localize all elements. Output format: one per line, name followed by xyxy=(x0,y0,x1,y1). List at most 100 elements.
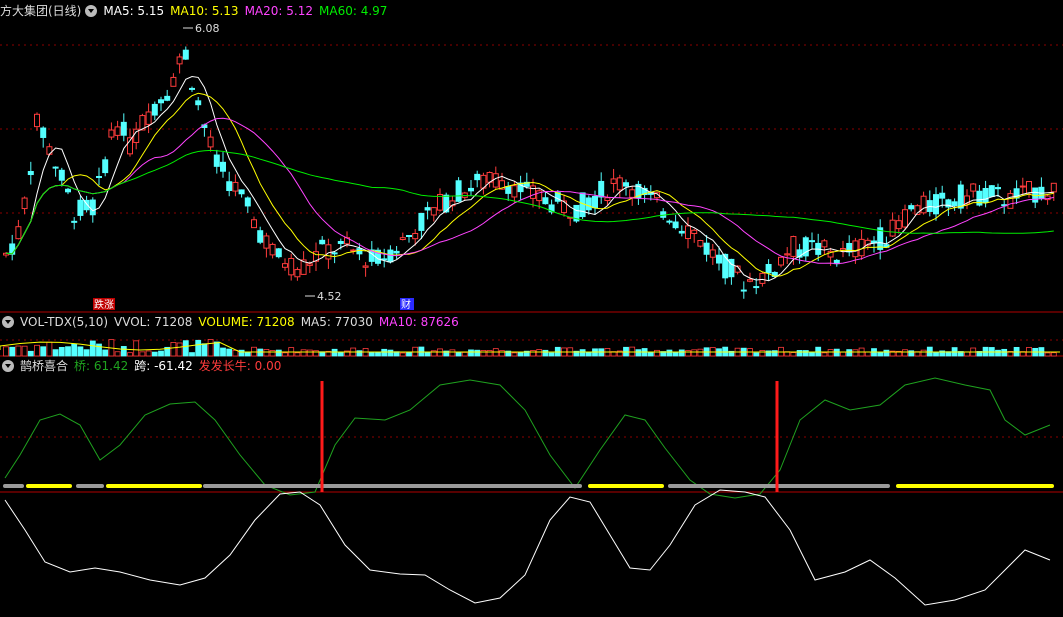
qiao-label: 桥: 61.42 xyxy=(74,359,129,373)
chart-canvas: 6.08 4.52 跌涨 财 xyxy=(0,22,1063,606)
volume-bar xyxy=(697,348,704,357)
candle-body xyxy=(455,180,462,202)
candle-body xyxy=(71,220,78,223)
candle-body xyxy=(685,225,691,240)
volume-bar xyxy=(158,350,164,357)
candle-body xyxy=(325,244,332,260)
volume-bar xyxy=(213,341,220,357)
candle-body xyxy=(189,87,195,90)
candle-body xyxy=(108,129,115,138)
candle-body xyxy=(790,236,797,257)
candle-body xyxy=(418,212,425,231)
volume-bar xyxy=(542,349,549,357)
candle-body xyxy=(542,197,549,205)
volume-bar xyxy=(182,340,189,357)
candle-body xyxy=(77,199,84,216)
volume-bar xyxy=(771,350,778,357)
volume-bar xyxy=(238,349,245,357)
candle-body xyxy=(821,240,828,248)
moving-average-lines xyxy=(5,75,1054,282)
candle-body xyxy=(34,113,40,128)
volume-bar xyxy=(585,352,592,357)
volume-bar xyxy=(83,349,90,357)
volume-header: VOL-TDX(5,10) VVOL: 71208 VOLUME: 71208 MA5… xyxy=(0,313,465,331)
volume-bar xyxy=(672,352,679,357)
candle-body xyxy=(691,229,698,234)
candle-body xyxy=(195,100,202,106)
volume-bar xyxy=(257,348,264,357)
volume-bar xyxy=(511,352,518,357)
volume-bar xyxy=(294,352,301,357)
candle-body xyxy=(716,254,722,264)
volume-bar xyxy=(71,343,78,357)
volume-bar xyxy=(52,349,59,357)
candle-body xyxy=(238,189,245,195)
volume-bars xyxy=(0,339,1060,357)
candle-body xyxy=(257,230,264,243)
dropdown-icon[interactable] xyxy=(85,5,98,17)
candle-body xyxy=(430,207,437,216)
candle-body xyxy=(629,189,636,198)
volume-bar xyxy=(34,344,40,357)
volume-bar xyxy=(455,351,462,357)
candle-body xyxy=(598,180,605,198)
volume-bar xyxy=(1050,352,1057,357)
volume-bar xyxy=(461,351,468,357)
volume-bar xyxy=(486,350,493,357)
ma60-line xyxy=(5,149,1054,255)
volume-bar xyxy=(647,352,654,357)
volume-bar xyxy=(635,349,642,357)
marker-label: 财 xyxy=(401,298,411,311)
candle-body xyxy=(356,248,363,255)
volume-bar xyxy=(46,341,53,357)
volume-bar xyxy=(65,346,71,357)
candle-body xyxy=(15,226,22,240)
fafa-label: 发发长牛: 0.00 xyxy=(198,359,282,373)
candle-body xyxy=(840,248,846,251)
volume-bar xyxy=(139,351,146,357)
vol-title: VOL-TDX(5,10) xyxy=(20,315,109,329)
volume-bar xyxy=(499,350,505,357)
volume-bar xyxy=(337,351,344,357)
candle-body xyxy=(970,183,977,192)
candle-body xyxy=(610,178,617,184)
volume-bar xyxy=(449,349,456,357)
volume-bar xyxy=(678,349,685,357)
volume-bar xyxy=(877,351,884,357)
volume-bar xyxy=(666,349,673,357)
candle-body xyxy=(902,209,908,228)
indicator-header: 鹊桥喜合 桥: 61.42 跨: -61.42 发发长牛: 0.00 xyxy=(0,357,287,375)
candle-body xyxy=(759,272,766,284)
volume-bar xyxy=(21,345,28,357)
volume-bar xyxy=(821,352,828,357)
volume-bar xyxy=(89,340,96,357)
ma60-label: MA60: 4.97 xyxy=(319,4,388,18)
candle-body xyxy=(982,188,989,203)
candle-body xyxy=(89,199,96,216)
candle-body xyxy=(1007,193,1014,209)
volume-bar xyxy=(840,351,846,357)
candle-body xyxy=(995,187,1001,190)
dropdown-icon[interactable] xyxy=(2,360,14,372)
volume-bar xyxy=(114,351,121,357)
volume-bar xyxy=(9,346,16,357)
ma5-label: MA5: 5.15 xyxy=(103,4,165,18)
indicator-title: 鹊桥喜合 xyxy=(20,359,69,373)
candle-body xyxy=(784,253,791,256)
candle-body xyxy=(474,173,481,181)
candle-body xyxy=(895,220,902,230)
qiao-line xyxy=(4,377,1051,499)
volume-bar xyxy=(790,352,797,357)
volume-bar xyxy=(530,350,536,357)
candle-body xyxy=(65,188,71,193)
volume-bar xyxy=(300,349,307,357)
volume-bar xyxy=(58,346,65,357)
candle-body xyxy=(616,177,623,191)
main-header: 方大集团(日线) MA5: 5.15 MA10: 5.13 MA20: 5.12 MA6… xyxy=(0,2,393,20)
vol-ma10-label: MA10: 87626 xyxy=(378,315,459,329)
candle-body xyxy=(182,49,189,60)
dropdown-icon[interactable] xyxy=(2,316,14,328)
candle-body xyxy=(27,171,34,176)
volume-bar xyxy=(827,349,834,357)
candle-body xyxy=(747,279,753,282)
